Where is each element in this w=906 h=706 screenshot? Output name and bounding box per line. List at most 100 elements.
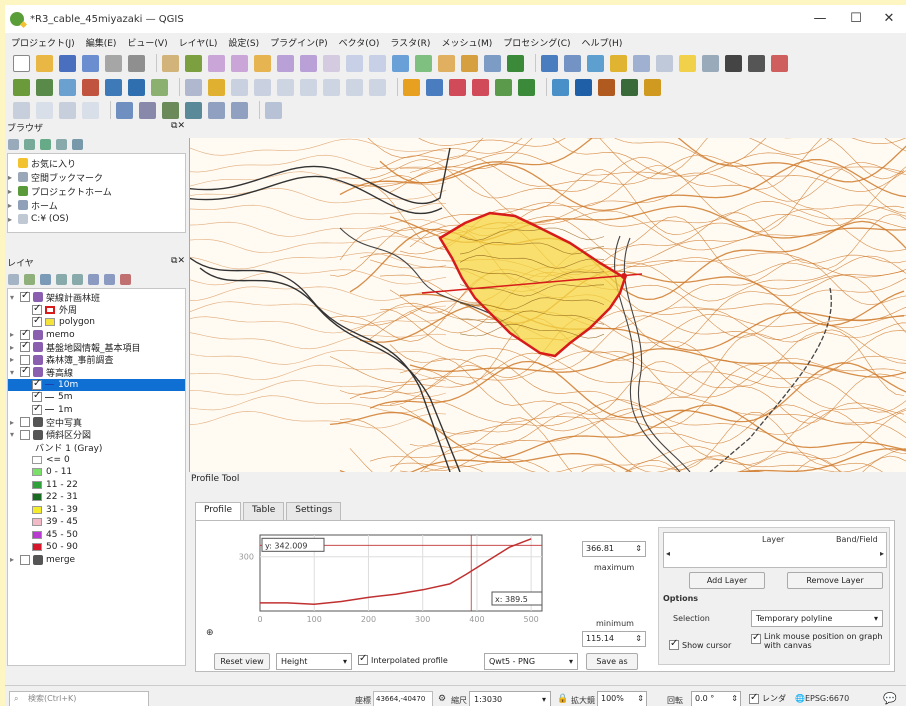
minimum-spinbox[interactable]: 115.14 ⇕ <box>582 631 646 647</box>
cut-icon[interactable] <box>323 78 340 96</box>
save-as-icon[interactable] <box>82 54 99 72</box>
reset-view-button[interactable]: Reset view <box>214 653 270 670</box>
add-layer-button[interactable]: Add Layer <box>689 572 765 589</box>
rotate-label-icon[interactable] <box>495 78 512 96</box>
layer-row[interactable]: ▸ 空中写真 <box>8 416 185 429</box>
zoom-native-icon[interactable] <box>323 54 340 72</box>
scale-select[interactable]: 1:3030 <box>469 691 551 706</box>
maximum-spinbox[interactable]: 366.81 ⇕ <box>582 541 646 557</box>
expander-icon[interactable]: ▸ <box>10 330 20 339</box>
circle-icon[interactable] <box>59 101 76 119</box>
annotation-icon[interactable] <box>656 54 673 72</box>
label-icon[interactable] <box>403 78 420 96</box>
menu-layer[interactable]: レイヤ(L) <box>179 36 218 49</box>
processing-icon[interactable] <box>575 78 592 96</box>
layer-visibility-checkbox[interactable] <box>20 365 30 378</box>
coordinate-field[interactable]: 43664,-40470 <box>373 691 433 706</box>
attribute-table-icon[interactable] <box>564 54 581 72</box>
browser-item[interactable]: お気に入り <box>8 156 185 170</box>
browser-item[interactable]: ▸ C:¥ (OS) <box>8 212 185 226</box>
layer-visibility-checkbox[interactable] <box>32 303 42 315</box>
remove-layer-button[interactable]: Remove Layer <box>787 572 883 589</box>
layer-row[interactable]: ▾ 等高線 <box>8 365 185 379</box>
menu-help[interactable]: ヘルプ(H) <box>582 36 623 49</box>
menu-plugins[interactable]: プラグイン(P) <box>270 36 327 49</box>
remove-layer-icon[interactable] <box>120 273 131 285</box>
profile-graph[interactable]: y: 342.009 x: 389.5 300 0 100 200 300 400 500 <box>202 527 582 639</box>
print-layout-icon[interactable] <box>105 54 122 72</box>
style-panel-icon[interactable] <box>8 273 19 285</box>
properties-icon[interactable] <box>72 138 83 150</box>
shape-dropdown-icon[interactable] <box>36 101 53 119</box>
layer-row[interactable]: 45 - 50 <box>8 529 185 542</box>
digitize-icon[interactable] <box>254 78 271 96</box>
identify-icon[interactable] <box>541 54 558 72</box>
scroll-right-icon[interactable]: ▸ <box>880 549 884 558</box>
locator-icon[interactable] <box>748 54 765 72</box>
bookmark-icon[interactable] <box>438 54 455 72</box>
delete-selected-icon[interactable] <box>300 78 317 96</box>
close-button[interactable]: ✕ <box>871 5 906 33</box>
show-bookmarks-icon[interactable] <box>461 54 478 72</box>
layer-visibility-checkbox[interactable] <box>20 354 30 365</box>
crs-button[interactable]: 🌐EPSG:6670 <box>795 694 849 703</box>
layer-visibility-checkbox[interactable] <box>32 378 42 390</box>
select-by-value-icon[interactable] <box>139 101 156 119</box>
add-selected-icon[interactable] <box>24 138 35 150</box>
stats-icon[interactable] <box>587 54 604 72</box>
expander-icon[interactable]: ▾ <box>10 430 20 439</box>
layer-visibility-checkbox[interactable] <box>20 328 30 340</box>
layer-row[interactable]: ▸ merge <box>8 554 185 567</box>
layer-visibility-checkbox[interactable] <box>20 290 30 303</box>
zoom-layer-icon[interactable] <box>300 54 317 72</box>
layer-row[interactable]: 1m <box>8 403 185 417</box>
ellipse-icon[interactable] <box>82 101 99 119</box>
zoom-last-icon[interactable] <box>346 54 363 72</box>
zoom-selection-icon[interactable] <box>277 54 294 72</box>
add-raster-icon[interactable] <box>36 78 53 96</box>
expander-icon[interactable]: ▸ <box>10 555 20 564</box>
change-label-icon[interactable] <box>518 78 535 96</box>
expander-icon[interactable]: ▾ <box>10 368 20 377</box>
layer-row[interactable]: 11 - 22 <box>8 479 185 492</box>
interpolated-profile-checkbox[interactable]: Interpolated profile <box>358 653 448 665</box>
digitize-shape-icon[interactable] <box>13 101 30 119</box>
save-edits-icon[interactable] <box>231 78 248 96</box>
current-edits-icon[interactable] <box>185 78 202 96</box>
layer-row[interactable]: 22 - 31 <box>8 491 185 504</box>
grass-icon[interactable] <box>598 78 615 96</box>
layer-row[interactable]: ▸ memo <box>8 328 185 342</box>
magnifier-spinbox[interactable]: 100% ⇕ <box>597 691 647 706</box>
link-mouse-checkbox[interactable]: Link mouse position on graph with canvas <box>751 632 887 650</box>
plugin-tool-icon[interactable] <box>644 78 661 96</box>
temporal-icon[interactable] <box>415 54 432 72</box>
layer-visibility-checkbox[interactable] <box>20 340 30 353</box>
maximize-button[interactable]: ☐ <box>838 5 874 33</box>
layer-row[interactable]: 39 - 45 <box>8 516 185 529</box>
copy-icon[interactable] <box>346 78 363 96</box>
layer-row[interactable]: 31 - 39 <box>8 504 185 517</box>
pan-to-selection-icon[interactable] <box>185 54 202 72</box>
add-wms-icon[interactable] <box>82 78 99 96</box>
menu-vector[interactable]: ベクタ(O) <box>339 36 380 49</box>
menu-processing[interactable]: プロセシング(C) <box>503 36 570 49</box>
coordinate-toggle-icon[interactable]: ⚙ <box>438 694 446 704</box>
messages-icon[interactable]: 💬 <box>883 692 897 705</box>
layer-visibility-checkbox[interactable] <box>20 417 30 428</box>
advanced-digitize-icon[interactable] <box>265 101 282 119</box>
panel-float-close-icon[interactable]: ⧉✕ <box>171 256 185 270</box>
zoom-in-icon[interactable] <box>208 54 225 72</box>
select-icon[interactable] <box>702 54 719 72</box>
refresh-icon[interactable] <box>8 138 19 150</box>
layer-row[interactable]: ▾ 架線計画林班 <box>8 290 185 304</box>
menu-edit[interactable]: 編集(E) <box>86 36 117 49</box>
raster-calc-icon[interactable] <box>621 78 638 96</box>
pin-label-icon[interactable] <box>426 78 443 96</box>
layer-row[interactable]: ▾ 傾斜区分図 <box>8 429 185 441</box>
zoom-out-icon[interactable] <box>231 54 248 72</box>
filter-expression-icon[interactable] <box>72 273 83 285</box>
filter-legend-icon[interactable] <box>56 273 67 285</box>
georef-icon[interactable] <box>552 78 569 96</box>
browser-item[interactable]: ▸ 空間ブックマーク <box>8 170 185 184</box>
layer-visibility-checkbox[interactable] <box>32 315 42 328</box>
